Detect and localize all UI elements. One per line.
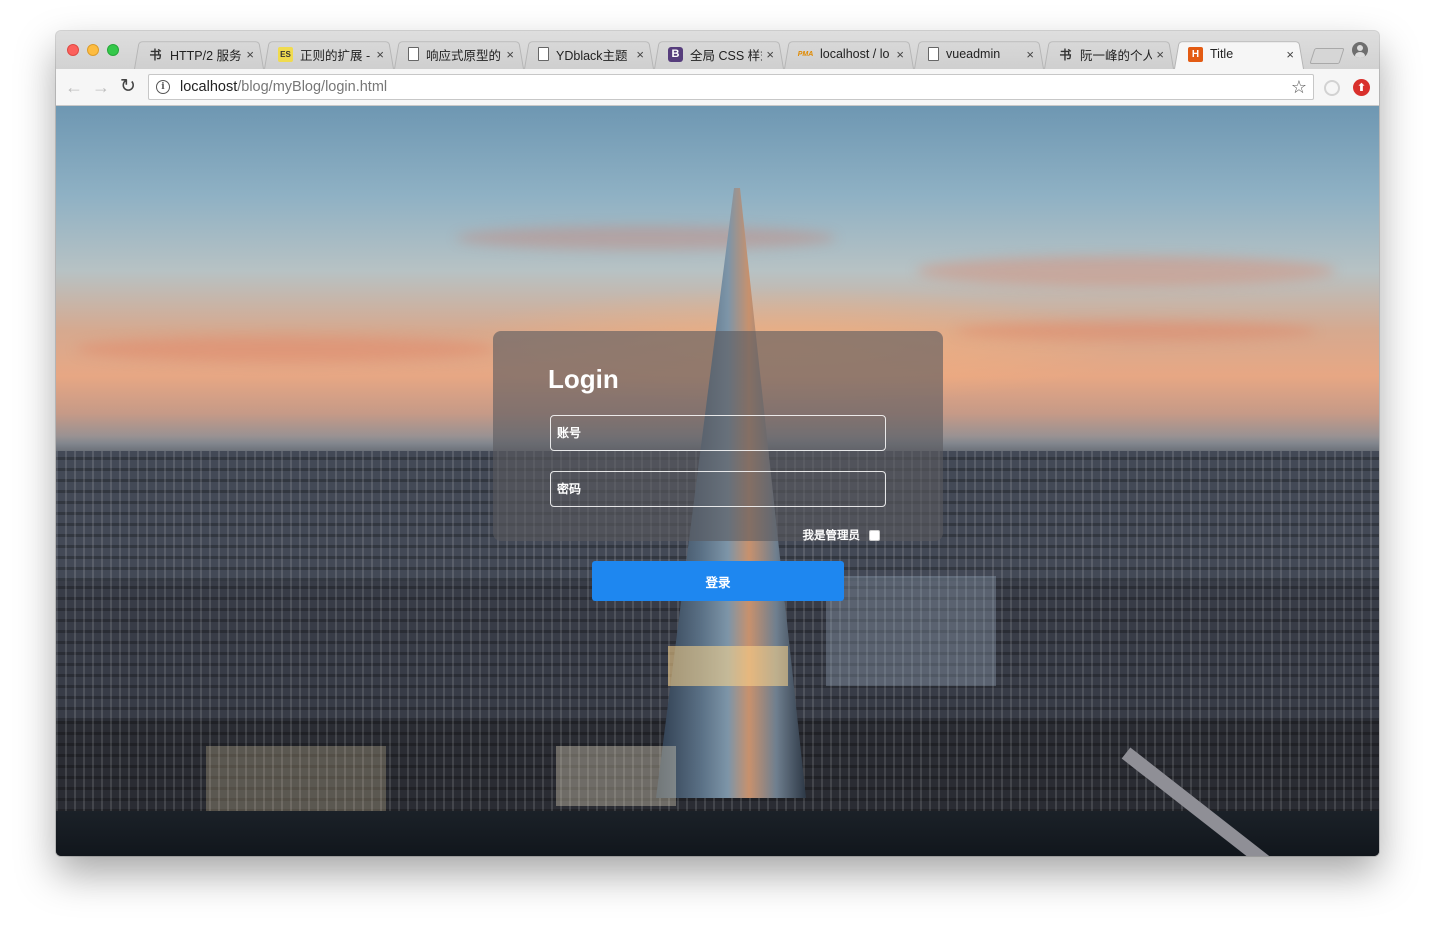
- back-arrow-icon[interactable]: ←: [65, 77, 83, 97]
- tab-http2[interactable]: 书 HTTP/2 服务 ×: [134, 39, 264, 69]
- tab-strip: 书 HTTP/2 服务 × ES 正则的扩展 - × 响应式原型的 × YDbl…: [56, 31, 1379, 69]
- tab-ydblack[interactable]: YDblack主题 ×: [524, 39, 654, 69]
- document-icon: [538, 47, 549, 61]
- cloud: [956, 321, 1316, 341]
- close-icon[interactable]: ×: [1286, 47, 1294, 62]
- es-icon: ES: [278, 46, 293, 62]
- profile-icon[interactable]: [1352, 42, 1368, 58]
- login-button[interactable]: 登录: [592, 561, 844, 601]
- tab-ruanyifeng[interactable]: 书 阮一峰的个人 ×: [1044, 39, 1174, 69]
- password-input[interactable]: [550, 471, 886, 507]
- lit-buildings: [206, 746, 386, 816]
- tab-phpmyadmin[interactable]: PMA localhost / lo ×: [784, 39, 914, 69]
- tab-label: localhost / lo: [820, 47, 890, 61]
- new-tab-button[interactable]: [1309, 48, 1345, 64]
- browser-window: 书 HTTP/2 服务 × ES 正则的扩展 - × 响应式原型的 × YDbl…: [56, 31, 1379, 856]
- url-host: localhost: [180, 79, 238, 95]
- cloud: [76, 336, 496, 362]
- close-icon[interactable]: ×: [766, 47, 774, 62]
- bookmark-star-icon[interactable]: ☆: [1291, 77, 1307, 98]
- reload-icon[interactable]: ↻: [120, 77, 136, 97]
- zoom-window-button[interactable]: [107, 44, 119, 56]
- cloud: [456, 226, 836, 250]
- admin-label: 我是管理员: [802, 530, 861, 542]
- close-icon[interactable]: ×: [896, 47, 904, 62]
- jianshu-icon: 书: [1059, 47, 1072, 62]
- tab-label: 阮一峰的个人: [1080, 48, 1153, 63]
- tab-label: vueadmin: [946, 47, 1001, 61]
- glass-building: [826, 576, 996, 686]
- login-card: Login: [493, 331, 943, 541]
- login-title: Login: [548, 364, 619, 394]
- tab-title-active[interactable]: H Title ×: [1174, 39, 1304, 69]
- url-path: /blog/myBlog/login.html: [237, 79, 388, 95]
- close-icon[interactable]: ×: [1026, 47, 1034, 62]
- tab-responsive[interactable]: 响应式原型的 ×: [394, 39, 524, 69]
- close-icon[interactable]: ×: [376, 47, 384, 62]
- river: [56, 811, 1379, 856]
- admin-checkbox[interactable]: [869, 529, 880, 541]
- admin-option[interactable]: 我是管理员: [802, 527, 880, 543]
- bootstrap-icon: B: [668, 46, 683, 62]
- close-icon[interactable]: ×: [246, 47, 254, 62]
- close-icon[interactable]: ×: [1156, 47, 1164, 62]
- tab-label: HTTP/2 服务: [170, 48, 242, 63]
- tab-bootstrap[interactable]: B 全局 CSS 样式 ×: [654, 39, 784, 69]
- extension-upload-icon[interactable]: ⬆: [1353, 79, 1370, 96]
- tab-regex[interactable]: ES 正则的扩展 - ×: [264, 39, 394, 69]
- extension-icon[interactable]: [1324, 80, 1340, 96]
- document-icon: [408, 47, 419, 61]
- document-icon: [928, 47, 939, 61]
- tab-vueadmin[interactable]: vueadmin ×: [914, 39, 1044, 69]
- lit-buildings: [668, 646, 788, 686]
- tab-label: YDblack主题: [556, 48, 628, 63]
- close-window-button[interactable]: [67, 44, 79, 56]
- jianshu-icon: 书: [149, 47, 162, 62]
- forward-arrow-icon[interactable]: →: [92, 77, 110, 97]
- title-page-icon: H: [1188, 46, 1203, 62]
- phpmyadmin-icon: PMA: [797, 50, 814, 58]
- address-bar[interactable]: i localhost/blog/myBlog/login.html ☆: [148, 74, 1314, 100]
- page-viewport: Login 我是管理员 登录: [56, 106, 1379, 856]
- tab-label: 响应式原型的: [426, 48, 502, 63]
- info-icon[interactable]: i: [156, 80, 170, 94]
- close-icon[interactable]: ×: [636, 47, 644, 62]
- tab-label: 全局 CSS 样式: [690, 48, 762, 63]
- tab-list: 书 HTTP/2 服务 × ES 正则的扩展 - × 响应式原型的 × YDbl…: [134, 39, 1304, 69]
- cloud: [916, 256, 1336, 286]
- lit-buildings: [556, 746, 676, 806]
- tab-label: 正则的扩展 -: [300, 48, 371, 63]
- tab-label: Title: [1210, 47, 1234, 61]
- browser-toolbar: ← → ↻ i localhost/blog/myBlog/login.html…: [56, 69, 1379, 106]
- minimize-window-button[interactable]: [87, 44, 99, 56]
- account-input[interactable]: [550, 415, 886, 451]
- close-icon[interactable]: ×: [506, 47, 514, 62]
